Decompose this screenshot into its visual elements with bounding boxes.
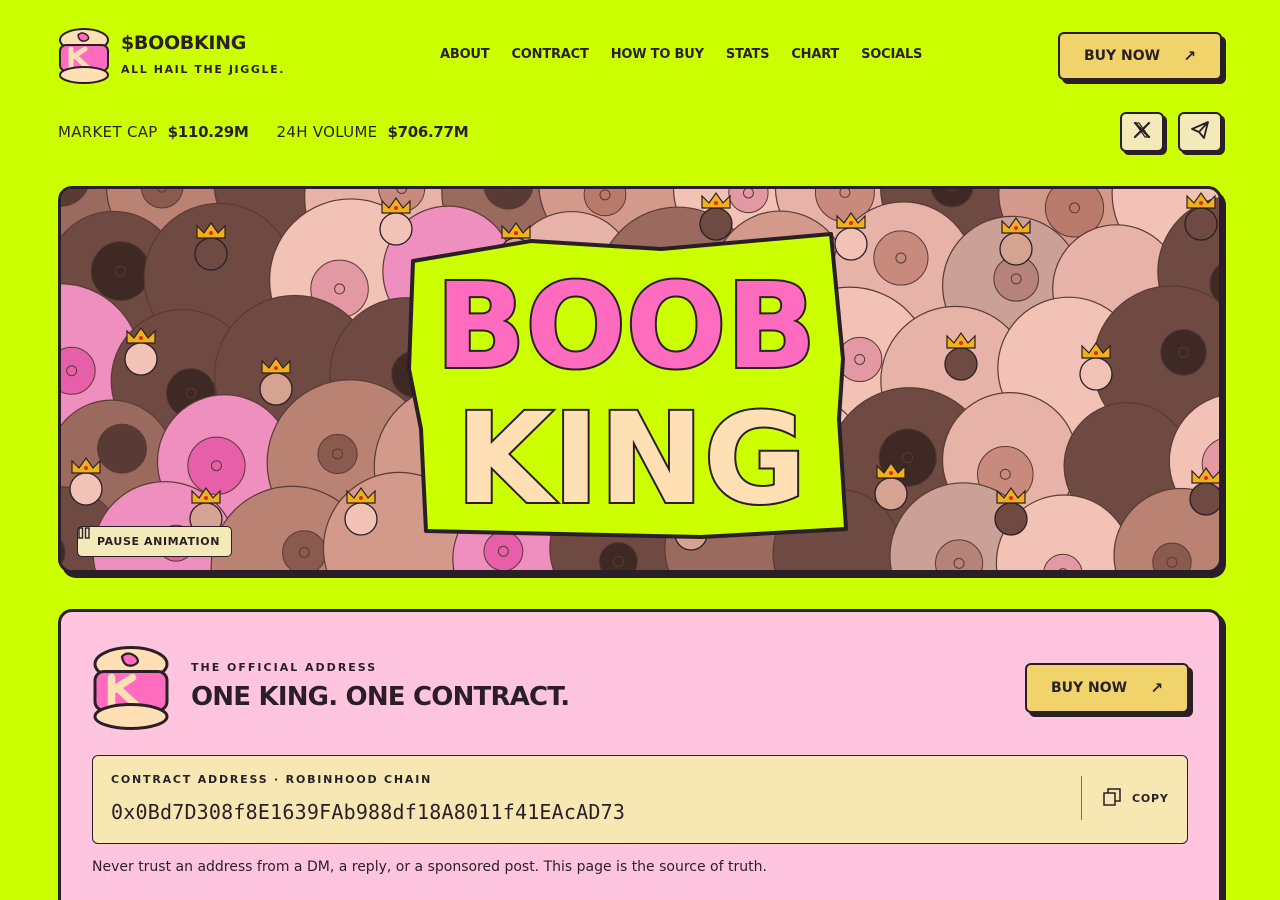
contract-address-label: CONTRACT ADDRESS · ROBINHOOD CHAIN <box>111 773 433 786</box>
contract-card: THE OFFICIAL ADDRESS ONE KING. ONE CONTR… <box>58 609 1222 900</box>
brand: $BOOBKING ALL HAIL THE JIGGLE. <box>121 32 285 76</box>
hero-title-line-1: BOOB <box>436 257 817 395</box>
main-nav: ABOUT CONTRACT HOW TO BUY STATS CHART SO… <box>440 47 922 62</box>
telegram-social-button[interactable] <box>1178 112 1222 152</box>
hero-banner: BOOB KING PAUSE ANIMATION <box>58 186 1222 573</box>
pause-animation-label: PAUSE ANIMATION <box>97 535 220 548</box>
market-cap-value: $110.29M <box>167 123 249 141</box>
x-social-button[interactable] <box>1120 112 1164 152</box>
divider <box>1081 776 1082 820</box>
pause-animation-button[interactable]: PAUSE ANIMATION <box>77 526 232 557</box>
brand-logo <box>92 644 170 732</box>
volume-value: $706.77M <box>387 123 469 141</box>
token-stats: MARKET CAP $110.29M 24H VOLUME $706.77M <box>58 123 469 141</box>
nav-stats[interactable]: STATS <box>726 47 770 62</box>
contract-address-value[interactable]: 0x0Bd7D308f8E1639FAb988df18A8011f41EAcAD… <box>111 800 625 824</box>
arrow-up-right-icon: ↗ <box>1150 679 1163 697</box>
x-logo-icon <box>1133 121 1151 144</box>
contract-title: ONE KING. ONE CONTRACT. <box>191 682 570 712</box>
nav-about[interactable]: ABOUT <box>440 47 490 62</box>
copy-label: COPY <box>1132 792 1169 805</box>
copy-icon <box>1103 788 1121 809</box>
security-warning: Never trust an address from a DM, a repl… <box>92 859 767 875</box>
nav-socials[interactable]: SOCIALS <box>861 47 922 62</box>
telegram-icon <box>1190 120 1210 145</box>
nav-how-to-buy[interactable]: HOW TO BUY <box>611 47 704 62</box>
buy-now-button[interactable]: BUY NOW ↗ <box>1025 663 1189 713</box>
market-cap-label: MARKET CAP <box>58 123 158 141</box>
buy-now-label: BUY NOW <box>1084 48 1161 64</box>
hero-title-line-2: KING <box>456 387 807 532</box>
nav-contract[interactable]: CONTRACT <box>511 47 588 62</box>
contract-eyebrow: THE OFFICIAL ADDRESS <box>191 661 378 674</box>
brand-tagline: ALL HAIL THE JIGGLE. <box>121 63 286 76</box>
hero-artwork: BOOBKING <box>61 189 1219 570</box>
volume-label: 24H VOLUME <box>276 123 378 141</box>
buy-now-label: BUY NOW <box>1051 680 1128 696</box>
copy-address-button[interactable]: COPY <box>1103 788 1169 809</box>
buy-now-button[interactable]: BUY NOW ↗ <box>1058 32 1222 80</box>
brand-name[interactable]: $BOOBKING <box>121 32 285 54</box>
brand-logo[interactable] <box>58 27 110 85</box>
nav-chart[interactable]: CHART <box>791 47 839 62</box>
contract-address-box: CONTRACT ADDRESS · ROBINHOOD CHAIN 0x0Bd… <box>92 755 1188 844</box>
arrow-up-right-icon: ↗ <box>1183 47 1196 65</box>
